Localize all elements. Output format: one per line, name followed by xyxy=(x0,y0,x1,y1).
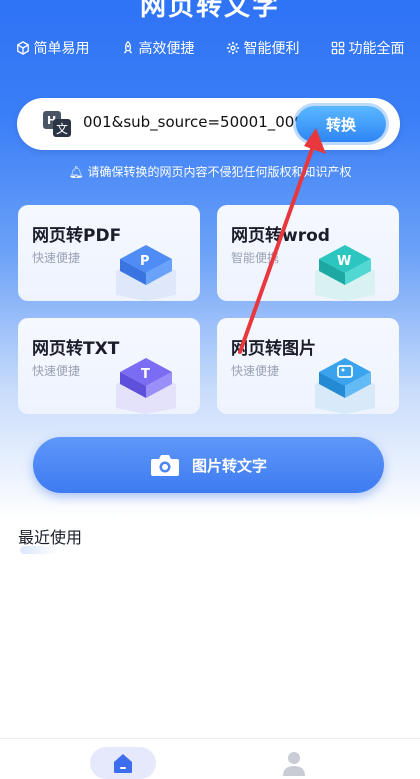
card-subtitle: 快速便捷 xyxy=(32,251,81,265)
image-to-text-button[interactable]: 图片转文字 xyxy=(33,437,384,493)
svg-text:P: P xyxy=(140,254,150,269)
grid-icon xyxy=(331,41,344,55)
annotation-arrow xyxy=(238,128,326,354)
url-input-bar: H 文 001&sub_source=50001_009 转换 xyxy=(17,98,400,150)
web-translate-icon: H 文 xyxy=(43,111,71,137)
feature-label: 高效便捷 xyxy=(138,41,195,57)
recent-underline xyxy=(20,546,60,554)
cube-icon xyxy=(16,41,29,55)
tab-home[interactable] xyxy=(90,747,156,779)
svg-text:W: W xyxy=(337,254,351,269)
feature-label: 简单易用 xyxy=(33,41,90,57)
svg-text:T: T xyxy=(141,367,150,382)
feature-item: 简单易用 xyxy=(16,38,90,58)
card-title: 网页转PDF xyxy=(32,226,122,246)
card-web-to-txt[interactable]: 网页转TXT 快速便捷 T xyxy=(18,318,200,414)
gear-icon xyxy=(226,41,239,55)
card-subtitle: 快速便捷 xyxy=(231,364,280,378)
svg-text:文: 文 xyxy=(56,121,68,136)
bottom-tabbar xyxy=(0,738,420,779)
feature-item: 功能全面 xyxy=(331,38,405,58)
user-icon xyxy=(283,752,305,776)
card-subtitle: 快速便捷 xyxy=(32,364,81,378)
bell-icon: 🔔︎ xyxy=(68,165,84,179)
copyright-notice: 🔔︎ 请确保转换的网页内容不侵犯任何版权和知识产权 xyxy=(0,163,420,180)
image-to-text-label: 图片转文字 xyxy=(191,456,267,475)
rocket-icon xyxy=(123,41,132,54)
feature-item: 高效便捷 xyxy=(121,38,195,58)
page-title: 网页转文字 xyxy=(139,0,280,22)
recent-heading: 最近使用 xyxy=(18,528,83,547)
home-icon xyxy=(114,754,132,773)
camera-icon xyxy=(150,455,179,476)
feature-label: 功能全面 xyxy=(348,41,405,57)
pdf-icon: P xyxy=(116,245,176,301)
card-title: 网页转TXT xyxy=(32,339,120,359)
feature-label: 智能便利 xyxy=(243,41,300,57)
card-web-to-pdf[interactable]: 网页转PDF 快速便捷 P xyxy=(18,205,200,301)
feature-list: 简单易用 高效便捷 智能便利 功能全面 xyxy=(0,38,420,58)
txt-icon: T xyxy=(116,358,176,414)
feature-item: 智能便利 xyxy=(226,38,300,58)
tab-user[interactable] xyxy=(278,749,310,777)
